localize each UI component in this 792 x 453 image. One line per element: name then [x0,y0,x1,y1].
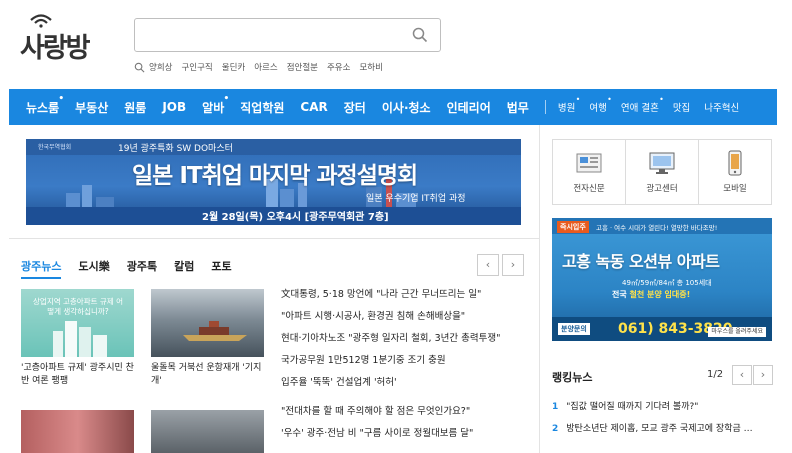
ranking-page-indicator: 1/2 [707,369,724,380]
news-tabs: 광주뉴스 도시樂 광주톡 칼럼 포토 [21,258,249,279]
site-logo[interactable]: 사랑방 [20,14,112,64]
ad-inquiry-label: 분양문의 [558,323,590,335]
tab-column[interactable]: 칼럼 [174,258,194,279]
nav-item-legal[interactable]: 법무 [507,99,529,116]
nav-sub-wedding[interactable]: 연애 결혼 • [621,95,664,114]
headline-list: "전대차를 할 때 주의해야 할 점은 무엇인가요?" '우수' 광주·전남 비… [281,405,531,449]
quick-link-label: 모바일 [723,184,747,194]
nav-sub-naju[interactable]: 나주혁신 [704,100,739,114]
newspaper-icon [576,153,602,173]
quick-link-enewspaper[interactable]: 전자신문 [553,140,626,204]
monitor-icon [649,152,675,174]
ad-title: 고흥 녹동 오션뷰 아파트 [562,252,720,271]
headline-link[interactable]: 현대·기아차노조 "광주형 일자리 철회, 3년간 총력투쟁" [281,332,531,354]
nav-item-newsroom[interactable]: 뉴스룸 • [26,94,64,116]
search-input[interactable] [134,18,441,52]
headline-link[interactable]: "전대차를 할 때 주의해야 할 점은 무엇인가요?" [281,405,531,427]
banner-title: 일본 IT취업 마지막 과정설명회 [132,163,418,189]
nav-item-job[interactable]: JOB [162,100,186,114]
ad-hover-hint: 마우스를 올려주세요 [708,327,766,337]
nav-item-car[interactable]: CAR [300,100,327,114]
ranking-item[interactable]: 1 "집값 떨어질 때까지 기다려 볼까?" [552,400,777,422]
apartment-image [53,321,107,357]
logo-text: 사랑방 [20,33,91,64]
ad-top-text: 고흥 · 여수 시대가 열린다! 열망한 바다조망! [596,224,718,232]
quick-link-label: 전자신문 [573,184,605,194]
keyword-link[interactable]: 울딘카 [222,61,245,73]
nav-sub-hospital[interactable]: 병원 • [558,95,580,114]
quick-link-mobile[interactable]: 모바일 [699,140,771,204]
apartment-ad-banner[interactable]: 즉시입주 고흥 · 여수 시대가 열린다! 열망한 바다조망! 고흥 녹동 오션… [552,218,772,341]
headline-link[interactable]: 文대통령, 5·18 망언에 "나라 근간 무너뜨리는 일" [281,288,531,310]
headline-link[interactable]: 입주율 '뚝뚝' 건설업계 '허허' [281,376,531,398]
news-thumbnail[interactable] [151,410,264,453]
prev-button[interactable]: ‹ [477,254,499,276]
quick-link-label: 광고센터 [646,184,678,194]
ranking-item[interactable]: 2 방탄소년단 제이홉, 모교 광주 국제고에 장학금 … [552,422,777,444]
news-caption[interactable]: 울돌목 거북선 운항재개 '기지개' [151,362,269,388]
quick-link-ad-center[interactable]: 광고센터 [626,140,699,204]
banner-date: 2월 28일(목) 오후4시 [광주무역회관 7층] [202,212,389,223]
news-thumbnail[interactable] [151,289,264,357]
thumbnail-text: 상업지역 고층아파트 규제 어떻게 생각하십니까? [33,297,123,316]
tab-dosirak[interactable]: 도시樂 [78,258,109,279]
main-nav: 뉴스룸 • 부동산 원룸 JOB 알바 • 직업학원 CAR 장터 이사·청소 인테… [9,89,777,125]
search-icon[interactable] [412,27,428,43]
nav-item-moving[interactable]: 이사·청소 [382,99,431,116]
headline-list: 文대통령, 5·18 망언에 "나라 근간 무너뜨리는 일" "아파트 시행·시… [281,288,531,398]
news-caption[interactable]: '고층아파트 규제' 광주시민 찬반 여론 팽팽 [21,362,139,388]
keyword-link[interactable]: 점안절분 [287,61,318,73]
promo-banner[interactable]: 한국무역협회 19년 광주특화 SW DO마스터 일본 IT취업 마지막 과정설… [26,139,521,225]
quick-links: 전자신문 광고센터 모바일 [552,139,772,205]
nav-item-albа[interactable]: 알바 • [202,94,229,116]
banner-logo: 한국무역협회 [38,144,72,151]
tab-gwangju-news[interactable]: 광주뉴스 [21,258,62,279]
ranking-next-button[interactable]: › [753,365,773,385]
keyword-link[interactable]: 주유소 [327,61,350,73]
nav-item-market[interactable]: 장터 [344,99,366,116]
nav-item-academy[interactable]: 직업학원 [240,99,284,116]
popular-keywords: 양희상 구인구직 울딘카 아르스 점안절분 주유소 모하비 [134,61,392,73]
ranking-title: 랭킹뉴스 [552,371,593,384]
headline-link[interactable]: '우수' 광주·전남 비 "구름 사이로 정월대보름 달" [281,427,531,449]
news-thumbnail[interactable] [21,410,134,453]
ad-badge: 즉시입주 [557,221,589,233]
ad-size-info: 49㎡/59㎡/84㎡ 총 105세대 [622,279,712,287]
headline-link[interactable]: "아파트 시행·시공사, 환경권 침해 손해배상을" [281,310,531,332]
ad-offer: 전국 철천 분양 임대중! [612,290,691,299]
nav-sub-travel[interactable]: 여행 • [589,95,611,114]
turtle-ship-image [183,321,247,341]
keyword-link[interactable]: 모하비 [359,61,382,73]
nav-item-interior[interactable]: 인테리어 [447,99,491,116]
nav-sub-food[interactable]: 맛집 [673,100,690,114]
nav-item-real-estate[interactable]: 부동산 [75,99,108,116]
headline-link[interactable]: 국가공무원 1만512명 1분기중 조기 충원 [281,354,531,376]
banner-small-text: 19년 광주특화 SW DO마스터 [118,144,233,154]
section-divider [9,238,539,239]
nav-item-oneroom[interactable]: 원룸 [124,99,146,116]
ranking-prev-button[interactable]: ‹ [732,365,752,385]
tab-photo[interactable]: 포토 [211,258,231,279]
news-thumbnail[interactable]: 상업지역 고층아파트 규제 어떻게 생각하십니까? [21,289,134,357]
banner-top-strip [26,139,521,155]
search-icon [134,62,145,72]
banner-subtitle: 일본 우수기업 IT취업 과정 [366,194,466,204]
tab-gwangju-talk[interactable]: 광주톡 [127,258,157,279]
keyword-link[interactable]: 아르스 [254,61,277,73]
keyword-link[interactable]: 구인구직 [181,61,212,73]
next-button[interactable]: › [502,254,524,276]
keyword-link[interactable]: 양희상 [149,61,172,73]
ranking-list: 1 "집값 떨어질 때까지 기다려 볼까?" 2 방탄소년단 제이홉, 모교 광주 … [552,400,777,444]
nav-divider [544,100,546,114]
column-divider [539,125,540,453]
mobile-icon [728,150,742,176]
